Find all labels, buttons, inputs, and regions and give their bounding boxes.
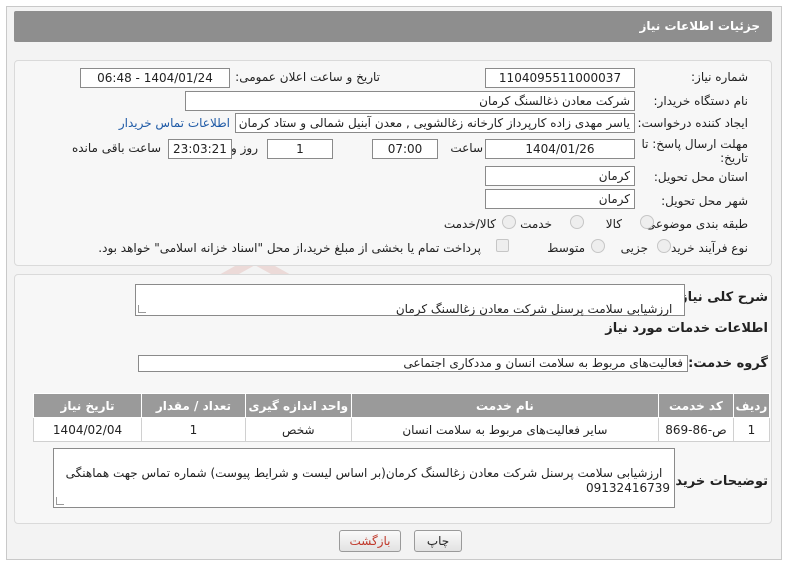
category-option-service: خدمت (520, 217, 552, 231)
deadline-time-label: ساعت (450, 141, 483, 155)
services-table: ردیف کد خدمت نام خدمت واحد اندازه گیری ت… (32, 393, 771, 442)
remaining-days-field: 1 (267, 139, 333, 159)
category-option-goods-service: کالا/خدمت (443, 217, 496, 231)
treasury-payment-note: پرداخت تمام یا بخشی از مبلغ خرید،از محل … (98, 241, 481, 255)
col-header-row-number: ردیف (732, 393, 771, 418)
need-number-label: شماره نیاز: (691, 70, 748, 84)
category-radio-service[interactable] (570, 215, 584, 229)
remaining-time-field: 23:03:21 (168, 139, 232, 159)
services-section-title: اطلاعات خدمات مورد نیاز (605, 321, 768, 336)
cell-service-name: سایر فعالیت‌های مربوط به سلامت انسان (350, 417, 660, 442)
deadline-label-line1: مهلت ارسال پاسخ: تا (641, 137, 748, 151)
province-label: استان محل تحویل: (653, 170, 748, 184)
deadline-time-field: 07:00 (372, 139, 438, 159)
cell-row-number: 1 (732, 417, 771, 442)
province-field: کرمان (485, 166, 635, 186)
deadline-label-line2: تاریخ: (720, 151, 748, 165)
city-field: کرمان (485, 189, 635, 209)
process-type-label: نوع فرآیند خرید : (663, 241, 748, 255)
service-group-label: گروه خدمت: (688, 356, 768, 371)
contact-info-link[interactable]: اطلاعات تماس خریدار (119, 116, 230, 130)
process-radio-minor[interactable] (657, 239, 671, 253)
buyer-org-field: شرکت معادن ذغالسنگ کرمان (185, 91, 635, 111)
cell-service-code: ص-86-869 (658, 417, 734, 442)
col-header-service-name: نام خدمت (350, 393, 660, 418)
col-header-unit: واحد اندازه گیری (244, 393, 352, 418)
creator-field: یاسر مهدی زاده کارپرداز کارخانه زغالشویی… (235, 113, 635, 133)
treasury-payment-checkbox[interactable] (496, 239, 509, 252)
buyer-notes-text: ارزشیابی سلامت پرسنل شرکت معادن زغالسنگ … (61, 466, 670, 495)
process-option-minor: جزیی (620, 241, 648, 255)
category-option-goods: کالا (605, 217, 622, 231)
category-label: طبقه بندی موضوعی: (641, 217, 748, 231)
announce-date-field: 1404/01/24 - 06:48 (80, 68, 230, 88)
col-header-service-code: کد خدمت (658, 393, 734, 418)
table-row: 1 ص-86-869 سایر فعالیت‌های مربوط به سلام… (32, 417, 771, 442)
buyer-notes-field: ارزشیابی سلامت پرسنل شرکت معادن زغالسنگ … (53, 448, 675, 508)
col-header-quantity: تعداد / مقدار (141, 393, 246, 418)
creator-label: ایجاد کننده درخواست: (637, 116, 748, 130)
process-radio-medium[interactable] (591, 239, 605, 253)
need-number-field: 1104095511000037 (485, 68, 635, 88)
resize-grip-icon (138, 305, 146, 313)
resize-grip-icon (56, 497, 64, 505)
back-button[interactable]: بازگشت (339, 530, 401, 552)
cell-unit: شخص (244, 417, 352, 442)
buyer-org-label: نام دستگاه خریدار: (653, 94, 749, 108)
page-title: جزئیات اطلاعات نیاز (639, 19, 760, 33)
days-label: روز و (231, 141, 258, 155)
cell-quantity: 1 (141, 417, 246, 442)
cell-need-date: 1404/02/04 (32, 417, 143, 442)
header-bar: جزئیات اطلاعات نیاز (14, 11, 772, 42)
service-group-field: فعالیت‌های مربوط به سلامت انسان و مددکار… (138, 355, 688, 372)
process-option-medium: متوسط (547, 241, 585, 255)
print-button[interactable]: چاپ (414, 530, 462, 552)
category-radio-goods-service[interactable] (502, 215, 516, 229)
remaining-time-label: ساعت باقی مانده (71, 141, 161, 155)
category-radio-goods[interactable] (640, 215, 654, 229)
need-summary-field: ارزشیابی سلامت پرسنل شرکت معادن زغالسنگ … (135, 284, 685, 316)
col-header-need-date: تاریخ نیاز (32, 393, 143, 418)
announce-date-label: تاریخ و ساعت اعلان عمومی: (235, 70, 380, 84)
deadline-date-field: 1404/01/26 (485, 139, 635, 159)
table-header-row: ردیف کد خدمت نام خدمت واحد اندازه گیری ت… (32, 393, 771, 418)
need-summary-text: ارزشیابی سلامت پرسنل شرکت معادن زغالسنگ … (395, 302, 673, 316)
city-label: شهر محل تحویل: (661, 194, 748, 208)
need-summary-label: شرح کلی نیاز: (674, 290, 768, 305)
